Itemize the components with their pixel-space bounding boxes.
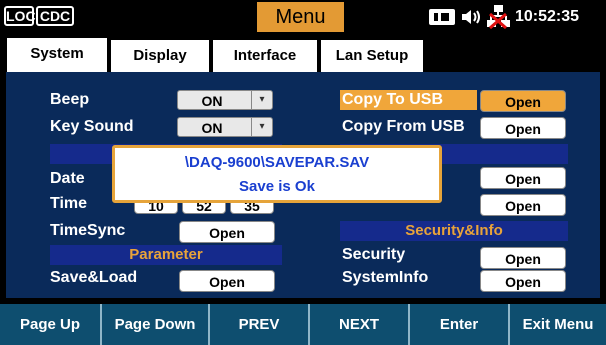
beep-label: Beep — [50, 91, 90, 108]
systeminfo-label: SystemInfo — [342, 269, 429, 286]
key-sound-label: Key Sound — [50, 118, 134, 135]
save-load-open-button[interactable]: Open — [179, 270, 275, 292]
systeminfo-open-button[interactable]: Open — [480, 270, 566, 292]
timesync-open-button[interactable]: Open — [179, 221, 275, 243]
date-label: Date — [50, 170, 85, 187]
chevron-down-icon: ▾ — [251, 118, 272, 136]
dialog-file-path: \DAQ-9600\SAVEPAR.SAV — [184, 154, 370, 171]
time-label: Time — [50, 195, 88, 212]
page-up-softkey[interactable]: Page Up — [0, 304, 100, 345]
row3-open-button[interactable]: Open — [480, 167, 566, 189]
tab-display[interactable]: Display — [111, 40, 211, 72]
beep-select[interactable]: ON ▾ — [177, 90, 273, 110]
storage-icon — [429, 9, 455, 25]
key-sound-value: ON — [201, 120, 223, 136]
copy-to-usb-open-button[interactable]: Open — [480, 90, 566, 112]
timesync-label: TimeSync — [50, 222, 126, 239]
parameter-section-header: Parameter — [50, 245, 282, 265]
copy-from-usb-label: Copy From USB — [342, 118, 465, 135]
security-label: Security — [342, 246, 406, 263]
security-open-button[interactable]: Open — [480, 247, 566, 269]
key-sound-select[interactable]: ON ▾ — [177, 117, 273, 137]
cdc-indicator: CDC — [36, 6, 74, 26]
tab-lan-setup[interactable]: Lan Setup — [321, 40, 425, 72]
tab-system[interactable]: System — [7, 38, 109, 74]
copy-from-usb-open-button[interactable]: Open — [480, 117, 566, 139]
chevron-down-icon: ▾ — [251, 91, 272, 109]
loc-indicator: LOC — [4, 6, 36, 26]
next-softkey[interactable]: NEXT — [308, 304, 408, 345]
row4-open-button[interactable]: Open — [480, 194, 566, 216]
dialog-message: Save is Ok — [239, 178, 315, 195]
save-result-dialog: \DAQ-9600\SAVEPAR.SAV Save is Ok — [112, 145, 442, 203]
page-title: Menu — [257, 2, 344, 32]
page-down-softkey[interactable]: Page Down — [100, 304, 208, 345]
speaker-icon — [462, 10, 480, 24]
tab-interface[interactable]: Interface — [213, 40, 319, 72]
beep-value: ON — [201, 93, 223, 109]
exit-menu-softkey[interactable]: Exit Menu — [508, 304, 606, 345]
save-load-label: Save&Load — [50, 269, 138, 286]
security-section-header: Security&Info — [340, 221, 568, 241]
clock: 10:52:35 — [515, 8, 580, 25]
copy-to-usb-label: Copy To USB — [340, 90, 477, 110]
network-disconnected-icon — [487, 5, 510, 30]
enter-softkey[interactable]: Enter — [408, 304, 508, 345]
prev-softkey[interactable]: PREV — [208, 304, 308, 345]
